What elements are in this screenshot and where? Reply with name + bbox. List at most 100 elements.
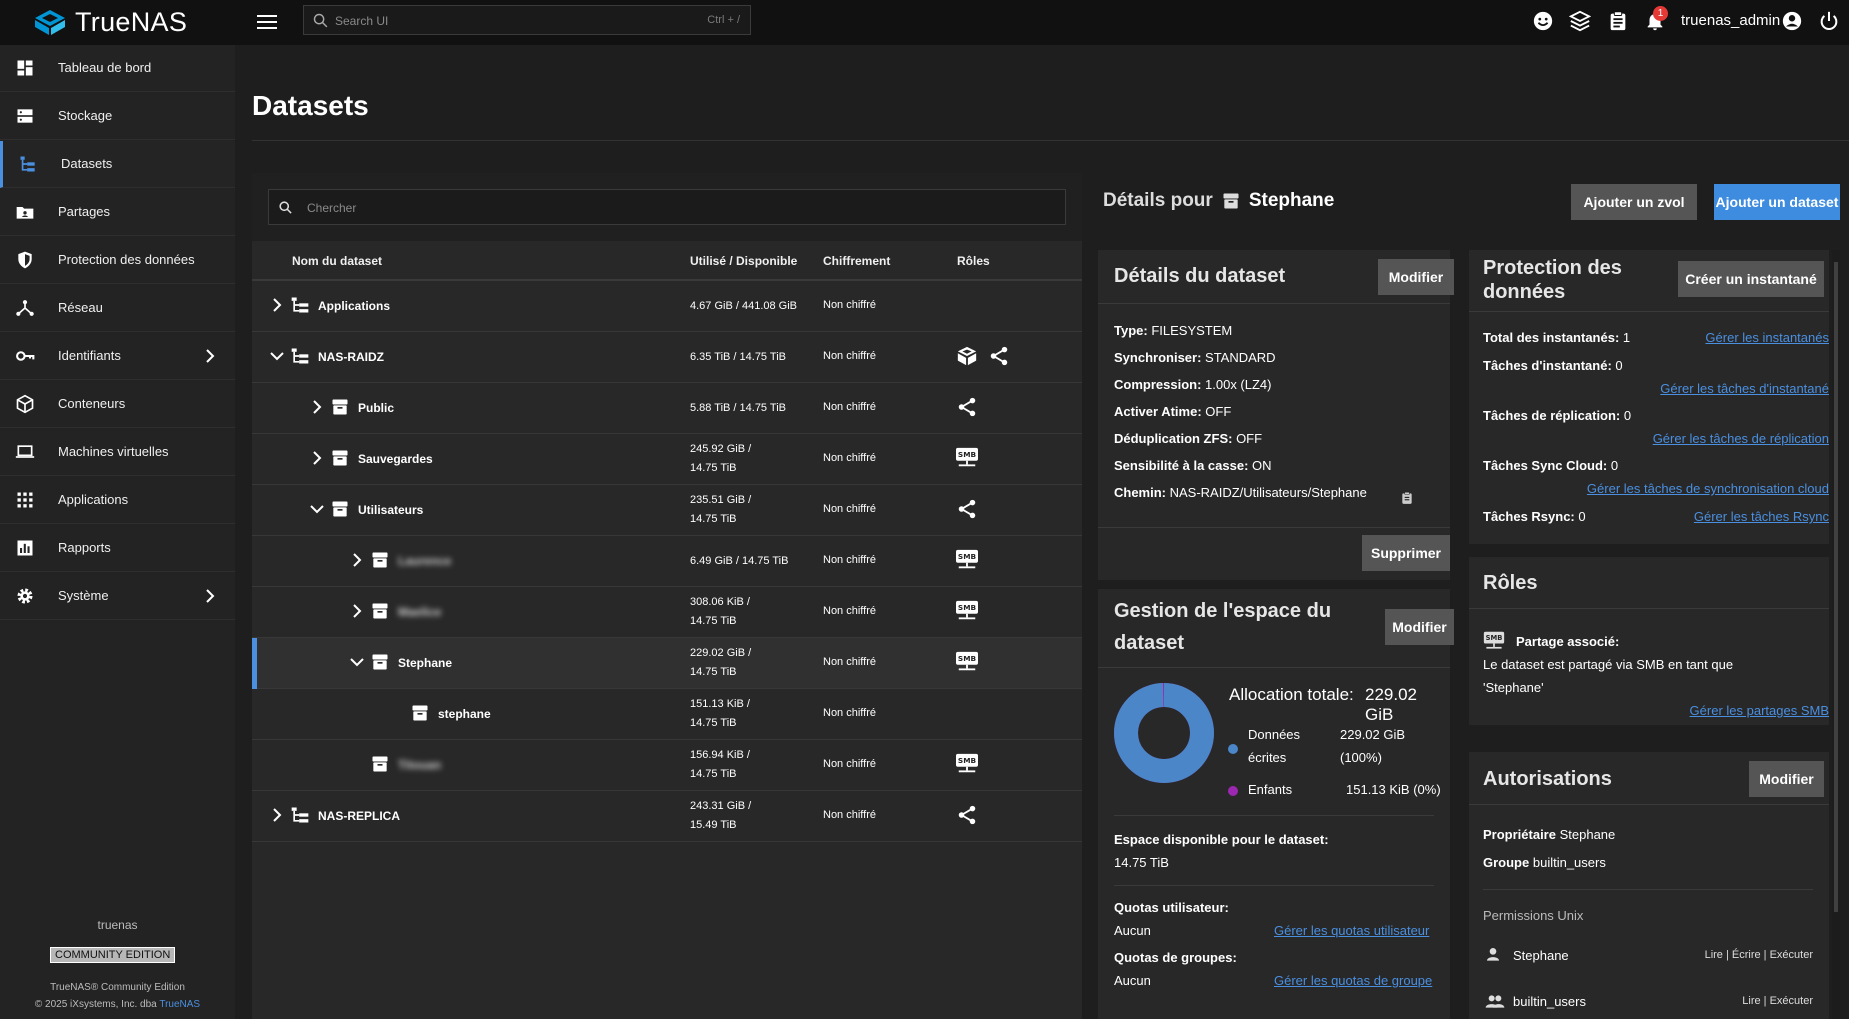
top-bar: TrueNAS Search UI Ctrl + / 1 truenas_adm… — [0, 0, 1849, 45]
share-icon — [955, 396, 981, 420]
owner-value: Stephane — [1559, 827, 1616, 842]
sidebar-item-system[interactable]: Système — [0, 573, 235, 620]
table-row[interactable]: NAS-REPLICA 243.31 GiB /15.49 TiB Non chif… — [252, 791, 1082, 842]
sidebar-item-storage[interactable]: Stockage — [0, 93, 235, 140]
smb-icon: SMB — [955, 447, 981, 471]
authorizations-card: Autorisations Modifier Propriétaire Step… — [1469, 752, 1829, 1019]
shared-description-name: 'Stephane' — [1483, 680, 1544, 695]
details-scrollbar-thumb[interactable] — [1834, 262, 1838, 912]
dataset-used-available: 151.13 KiB /14.75 TiB — [690, 698, 750, 729]
sidebar-item-network[interactable]: Réseau — [0, 285, 235, 332]
dataset-icon — [370, 601, 392, 623]
sidebar-item-data-protection[interactable]: Protection des données — [0, 237, 235, 284]
manage-user-quotas-link[interactable]: Gérer les quotas utilisateur — [1274, 923, 1429, 938]
svg-text:SMB: SMB — [958, 654, 977, 663]
chevron-right-icon[interactable] — [270, 298, 284, 312]
unix-permissions-title: Permissions Unix — [1483, 908, 1584, 923]
power-icon[interactable] — [1818, 10, 1840, 32]
sidebar-item-dashboard[interactable]: Tableau de bord — [0, 45, 235, 92]
sidebar-item-label: Applications — [58, 492, 129, 507]
chevron-down-icon[interactable] — [310, 502, 324, 516]
sidebar-item-label: Tableau de bord — [58, 60, 152, 75]
sidebar-item-label: Stockage — [58, 108, 113, 123]
edit-permissions-button[interactable]: Modifier — [1749, 761, 1824, 797]
add-zvol-button[interactable]: Ajouter un zvol — [1571, 184, 1697, 220]
dataset-used-available: 6.49 GiB / 14.75 TiB — [690, 555, 789, 567]
chevron-right-icon[interactable] — [310, 451, 324, 465]
manage-rsync-link[interactable]: Gérer les tâches Rsync — [1694, 509, 1829, 524]
manage-cloud-sync-link[interactable]: Gérer les tâches de synchronisation clou… — [1587, 481, 1829, 496]
manage-smb-shares-link[interactable]: Gérer les partages SMB — [1690, 703, 1829, 718]
sidebar-item-virtual-machines[interactable]: Machines virtuelles — [0, 429, 235, 476]
shares-icon — [16, 207, 34, 219]
table-row[interactable]: Laurence 6.49 GiB / 14.75 TiB Non chiffré S… — [252, 536, 1082, 587]
chevron-right-icon[interactable] — [270, 808, 284, 822]
jobs-clipboard-icon[interactable] — [1607, 10, 1629, 32]
chevron-right-icon[interactable] — [350, 553, 364, 567]
table-row[interactable]: Sauvegardes 245.92 GiB /14.75 TiB Non chif… — [252, 434, 1082, 485]
roles-card: Rôles SMB Partage associé: Le dataset es… — [1469, 557, 1829, 725]
children-legend-dot — [1228, 786, 1238, 796]
copy-clipboard-icon[interactable] — [1400, 490, 1414, 506]
chevron-right-icon[interactable] — [350, 604, 364, 618]
truecommand-icon[interactable] — [1569, 10, 1591, 32]
dataset-field: Sensibilité à la casse: ON — [1114, 458, 1272, 473]
sidebar-item-datasets[interactable]: Datasets — [0, 141, 235, 188]
manage-snapshots-link[interactable]: Gérer les instantanés — [1705, 330, 1829, 345]
column-header-roles[interactable]: Rôles — [957, 254, 990, 268]
details-header: Détails pour Stephane — [1103, 190, 1334, 212]
create-snapshot-button[interactable]: Créer un instantané — [1678, 261, 1824, 297]
column-header-name[interactable]: Nom du dataset — [292, 254, 382, 268]
sidebar-item-label: Identifiants — [58, 348, 121, 363]
sidebar-item-label: Protection des données — [58, 252, 195, 267]
dataset-field: Déduplication ZFS: OFF — [1114, 431, 1262, 446]
snapshots-total-value: 1 — [1622, 330, 1631, 345]
dataset-field-value: ON — [1248, 458, 1272, 473]
username-label[interactable]: truenas_admin — [1681, 12, 1780, 29]
table-row[interactable]: Titouan 156.94 KiB /14.75 TiB Non chiffré S… — [252, 740, 1082, 791]
feedback-smiley-icon[interactable] — [1532, 10, 1554, 32]
alerts-count-badge: 1 — [1653, 6, 1668, 21]
dataset-name: Laurence — [398, 554, 452, 568]
table-row[interactable]: Applications 4.67 GiB / 441.08 GiB Non chi… — [252, 281, 1082, 332]
edit-dataset-button[interactable]: Modifier — [1378, 259, 1454, 295]
smb-icon: SMB — [955, 753, 981, 777]
chevron-down-icon[interactable] — [270, 349, 284, 363]
manage-group-quotas-link[interactable]: Gérer les quotas de groupe — [1274, 973, 1432, 988]
account-circle-icon[interactable] — [1781, 10, 1803, 32]
network-icon — [16, 300, 34, 316]
sidebar-item-credentials[interactable]: Identifiants — [0, 333, 235, 380]
laptop-icon — [15, 445, 35, 458]
table-row[interactable]: Stephane 229.02 GiB /14.75 TiB Non chiffré… — [252, 638, 1082, 689]
containers-icon — [16, 394, 34, 414]
replication-tasks-value: 0 — [1623, 408, 1632, 423]
dataset-name: Applications — [318, 299, 391, 313]
sidebar-item-containers[interactable]: Conteneurs — [0, 381, 235, 428]
table-row[interactable]: Public 5.88 TiB / 14.75 TiB Non chiffré — [252, 383, 1082, 434]
add-dataset-button[interactable]: Ajouter un dataset — [1714, 184, 1840, 220]
edit-space-button[interactable]: Modifier — [1385, 609, 1454, 645]
menu-toggle-icon[interactable] — [257, 12, 277, 29]
manage-snapshot-tasks-link[interactable]: Gérer les tâches d'instantané — [1660, 381, 1829, 396]
sidebar-item-applications[interactable]: Applications — [0, 477, 235, 524]
delete-dataset-button[interactable]: Supprimer — [1362, 535, 1450, 571]
truenas-link[interactable]: TrueNAS — [159, 999, 200, 1010]
table-row[interactable]: stephane 151.13 KiB /14.75 TiB Non chiffré — [252, 689, 1082, 740]
dataset-used-available: 5.88 TiB / 14.75 TiB — [690, 402, 787, 414]
column-header-used[interactable]: Utilisé / Disponible — [690, 254, 797, 268]
table-row[interactable]: NAS-RAIDZ 6.35 TiB / 14.75 TiB Non chiffré — [252, 332, 1082, 383]
cloud-sync-tasks-label: Tâches Sync Cloud: — [1483, 458, 1608, 473]
truenas-logo[interactable]: TrueNAS — [33, 6, 187, 38]
card-divider — [1483, 889, 1813, 890]
dataset-encryption: Non chiffré — [823, 707, 876, 719]
dataset-search-input[interactable]: Chercher — [268, 189, 1066, 225]
table-row[interactable]: Maelice 308.06 KiB /14.75 TiB Non chiffré S… — [252, 587, 1082, 638]
manage-replication-link[interactable]: Gérer les tâches de réplication — [1653, 431, 1829, 446]
table-row[interactable]: Utilisateurs 235.51 GiB /14.75 TiB Non chi… — [252, 485, 1082, 536]
search-ui-input[interactable]: Search UI Ctrl + / — [303, 5, 751, 35]
sidebar-item-reports[interactable]: Rapports — [0, 525, 235, 572]
chevron-right-icon[interactable] — [310, 400, 324, 414]
column-header-encryption[interactable]: Chiffrement — [823, 254, 890, 268]
sidebar-item-shares[interactable]: Partages — [0, 189, 235, 236]
chevron-down-icon[interactable] — [350, 655, 364, 669]
